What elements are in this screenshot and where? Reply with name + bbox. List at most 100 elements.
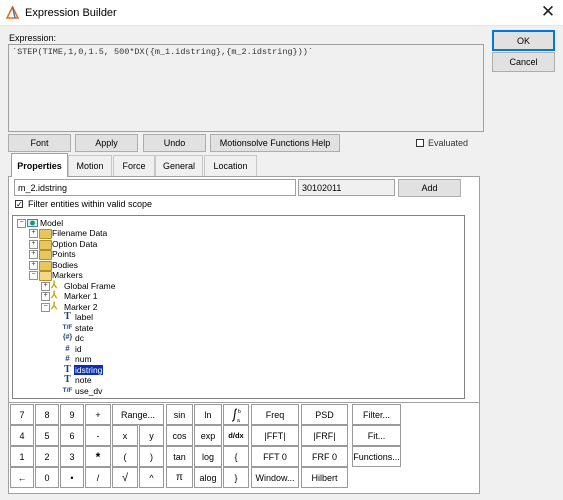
undo-button[interactable]: Undo [143,134,206,152]
key-6[interactable]: 6 [60,425,84,446]
model-icon [27,219,38,227]
key-1[interactable]: 1 [10,446,34,467]
close-icon[interactable]: ✕ [536,1,560,23]
tab-location[interactable]: Location [204,155,257,176]
key-multiply[interactable]: * [85,446,111,467]
tab-properties[interactable]: Properties [11,153,68,177]
key-3[interactable]: 3 [60,446,84,467]
key-5[interactable]: 5 [35,425,59,446]
tab-general[interactable]: General [155,155,203,176]
tree-item-label[interactable]: label [75,312,93,322]
tree-item-marker-1[interactable]: Marker 1 [64,291,98,301]
key-open-paren[interactable]: ( [112,446,138,467]
tree-item-filename-data[interactable]: Filename Data [52,228,107,238]
psd-button[interactable]: PSD [301,404,348,425]
key-tan[interactable]: tan [166,446,193,467]
cancel-button[interactable]: Cancel [492,52,555,72]
key-sin[interactable]: sin [166,404,193,425]
abs-fft-button[interactable]: |FFT| [251,425,299,446]
tree-item-bodies[interactable]: Bodies [52,260,78,270]
key-divide[interactable]: / [85,467,111,488]
key-7[interactable]: 7 [10,404,34,425]
filter-button[interactable]: Filter... [352,404,401,425]
expression-input[interactable]: `STEP(TIME,1,0,1.5, 500*DX({m_1.idstring… [8,44,484,132]
tree-item-markers[interactable]: Markers [52,270,83,280]
key-plus[interactable]: + [85,404,111,425]
freq-button[interactable]: Freq [251,404,299,425]
expand-icon[interactable]: + [29,229,38,238]
key-minus[interactable]: - [85,425,111,446]
motionsolve-help-button[interactable]: Motionsolve Functions Help [210,134,340,152]
id-field[interactable]: 30102011 [298,179,395,196]
range-button[interactable]: Range... [112,404,164,425]
backspace-icon[interactable]: ← [10,467,34,488]
svg-text:b: b [238,409,241,415]
key-ln[interactable]: ln [194,404,222,425]
tree-item-idstring[interactable]: idstring [74,365,104,375]
tree-item-global-frame[interactable]: Global Frame [64,281,116,291]
key-close-brace[interactable]: } [223,467,249,488]
key-y[interactable]: y [139,425,164,446]
tree-item-state[interactable]: state [75,323,93,333]
filter-label: Filter entities within valid scope [28,199,153,209]
hilbert-button[interactable]: Hilbert [301,467,348,488]
filter-checkbox[interactable]: ✓ [15,200,23,209]
sqrt-icon[interactable]: √ [112,467,138,488]
tab-force[interactable]: Force [113,155,155,176]
tree-item-id[interactable]: id [75,344,82,354]
integer-property-icon: # [65,354,70,363]
key-4[interactable]: 4 [10,425,34,446]
functions-button[interactable]: Functions... [352,446,401,467]
expand-icon[interactable]: + [29,250,38,259]
fit-button[interactable]: Fit... [352,425,401,446]
expression-label: Expression: [9,33,57,43]
tree-item-option-data[interactable]: Option Data [52,239,97,249]
collapse-icon[interactable]: − [17,219,26,228]
integer-property-icon: # [65,344,70,353]
key-exp[interactable]: exp [194,425,222,446]
integral-icon[interactable]: ba [223,404,249,425]
key-close-paren[interactable]: ) [139,446,164,467]
apply-button[interactable]: Apply [75,134,138,152]
key-cos[interactable]: cos [166,425,193,446]
derivative-icon[interactable]: d/dx [223,425,249,446]
key-decimal[interactable]: • [60,467,84,488]
tree-item-use-dv[interactable]: use_dv [75,386,102,396]
tree-item-dc[interactable]: dc [75,333,84,343]
folder-icon [39,261,52,271]
frf-0-button[interactable]: FRF 0 [301,446,348,467]
model-tree[interactable]: − Model + Filename Data + Option Data + … [12,215,465,399]
key-open-brace[interactable]: { [223,446,249,467]
add-button[interactable]: Add [398,179,461,197]
window-button[interactable]: Window... [251,467,299,488]
expand-icon[interactable]: + [41,292,50,301]
key-alog[interactable]: alog [194,467,222,488]
collapse-icon[interactable]: − [29,271,38,280]
tree-item-model[interactable]: Model [40,218,63,228]
tab-motion[interactable]: Motion [68,155,112,176]
key-8[interactable]: 8 [35,404,59,425]
fft-0-button[interactable]: FFT 0 [251,446,299,467]
text-property-icon: T [64,311,71,322]
evaluated-checkbox[interactable] [416,139,424,147]
tree-item-note[interactable]: note [75,375,92,385]
entity-field[interactable]: m_2.idstring [14,179,296,196]
ok-button[interactable]: OK [492,30,555,51]
expand-icon[interactable]: + [29,261,38,270]
expand-icon[interactable]: + [41,282,50,291]
expand-icon[interactable]: + [29,240,38,249]
key-pi[interactable]: π [166,467,193,488]
key-2[interactable]: 2 [35,446,59,467]
tree-item-points[interactable]: Points [52,249,76,259]
collapse-icon[interactable]: − [41,303,50,312]
boolean-property-icon: T/F [62,387,73,394]
key-x[interactable]: x [112,425,138,446]
abs-frf-button[interactable]: |FRF| [301,425,348,446]
key-9[interactable]: 9 [60,404,84,425]
key-power[interactable]: ^ [139,467,164,488]
tree-item-num[interactable]: num [75,354,92,364]
key-0[interactable]: 0 [35,467,59,488]
folder-icon [39,250,52,260]
key-log[interactable]: log [194,446,222,467]
font-button[interactable]: Font [8,134,71,152]
